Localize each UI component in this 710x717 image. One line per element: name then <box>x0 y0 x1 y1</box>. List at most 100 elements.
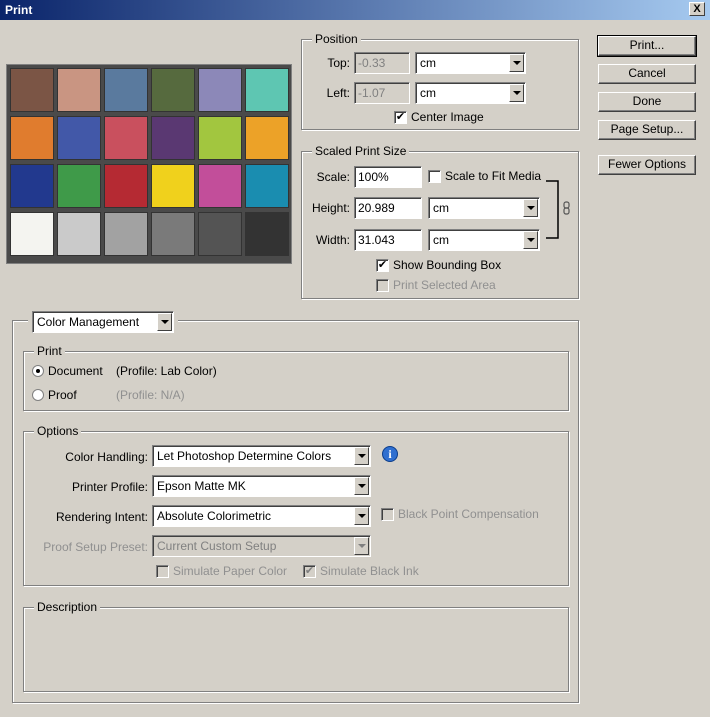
proof-setup-preset-select[interactable]: Current Custom Setup <box>152 535 371 557</box>
color-swatch <box>245 116 289 160</box>
chevron-down-icon[interactable] <box>523 199 538 217</box>
simulate-paper-color-checkbox[interactable] <box>156 565 169 578</box>
page-setup-button[interactable]: Page Setup... <box>598 120 696 140</box>
rendering-intent-label: Rendering Intent: <box>55 510 148 524</box>
color-swatch <box>10 116 54 160</box>
width-unit-value: cm <box>433 233 449 247</box>
width-input[interactable]: 31.043 <box>354 229 422 251</box>
height-unit-value: cm <box>433 201 449 215</box>
proof-setup-preset-value: Current Custom Setup <box>157 539 277 553</box>
print-selected-area-checkbox[interactable] <box>376 279 389 292</box>
done-button[interactable]: Done <box>598 92 696 112</box>
color-swatch <box>151 68 195 112</box>
color-swatch <box>104 164 148 208</box>
document-label: Document <box>48 364 103 378</box>
color-swatch <box>57 212 101 256</box>
show-bounding-box-label: Show Bounding Box <box>393 258 502 272</box>
print-selected-area-label: Print Selected Area <box>393 278 496 292</box>
width-unit-select[interactable]: cm <box>428 229 540 251</box>
close-button[interactable]: X <box>689 2 705 16</box>
color-swatch <box>57 164 101 208</box>
top-label: Top: <box>327 56 350 70</box>
chain-link-icon[interactable] <box>562 201 572 215</box>
chevron-down-icon[interactable] <box>354 507 369 525</box>
window-title: Print <box>5 3 33 17</box>
color-swatch <box>198 212 242 256</box>
black-point-compensation-label: Black Point Compensation <box>398 507 539 521</box>
color-swatch <box>198 116 242 160</box>
proof-profile: (Profile: N/A) <box>116 388 185 402</box>
left-label: Left: <box>326 86 350 100</box>
print-button[interactable]: Print... <box>597 35 697 57</box>
color-swatch <box>104 212 148 256</box>
printer-profile-label: Printer Profile: <box>71 480 148 494</box>
chevron-down-icon[interactable] <box>354 537 369 555</box>
width-label: Width: <box>315 233 350 247</box>
top-unit-value: cm <box>420 56 436 70</box>
printer-profile-select[interactable]: Epson Matte MK <box>152 475 371 497</box>
center-image-label: Center Image <box>411 110 484 124</box>
chevron-down-icon[interactable] <box>354 447 369 465</box>
scale-to-fit-checkbox[interactable] <box>428 170 441 183</box>
document-radio[interactable] <box>32 365 44 377</box>
scale-input[interactable]: 100% <box>354 166 422 188</box>
color-swatch <box>10 68 54 112</box>
proof-label: Proof <box>48 388 77 402</box>
print-preview-image <box>6 64 292 264</box>
center-image-checkbox[interactable]: ✔ <box>394 111 407 124</box>
info-icon[interactable]: i <box>382 446 398 462</box>
color-swatch <box>57 68 101 112</box>
left-unit-select[interactable]: cm <box>415 82 526 104</box>
color-swatch <box>151 164 195 208</box>
left-input[interactable]: -1.07 <box>354 82 410 104</box>
color-swatch <box>10 164 54 208</box>
color-handling-select[interactable]: Let Photoshop Determine Colors <box>152 445 371 467</box>
chevron-down-icon[interactable] <box>509 84 524 102</box>
rendering-intent-select[interactable]: Absolute Colorimetric <box>152 505 371 527</box>
options-legend: Options <box>34 424 82 438</box>
proof-setup-preset-label: Proof Setup Preset: <box>43 540 148 554</box>
color-swatch <box>104 116 148 160</box>
color-handling-value: Let Photoshop Determine Colors <box>157 449 332 463</box>
show-bounding-box-checkbox[interactable]: ✔ <box>376 259 389 272</box>
color-swatch <box>198 68 242 112</box>
color-swatch <box>245 164 289 208</box>
scaled-print-size-legend: Scaled Print Size <box>312 144 410 158</box>
title-bar: Print X <box>0 0 710 20</box>
chevron-down-icon[interactable] <box>157 313 172 331</box>
scale-to-fit-label: Scale to Fit Media <box>445 169 542 183</box>
color-swatch <box>151 116 195 160</box>
simulate-black-ink-label: Simulate Black Ink <box>320 564 419 578</box>
top-input[interactable]: -0.33 <box>354 52 410 74</box>
fewer-options-button[interactable]: Fewer Options <box>598 155 696 175</box>
position-legend: Position <box>312 32 361 46</box>
printer-profile-value: Epson Matte MK <box>157 479 246 493</box>
document-profile: (Profile: Lab Color) <box>116 364 217 378</box>
color-handling-label: Color Handling: <box>65 450 148 464</box>
description-legend: Description <box>34 600 101 614</box>
print-source-legend: Print <box>34 344 65 358</box>
rendering-intent-value: Absolute Colorimetric <box>157 509 272 523</box>
color-swatch <box>245 212 289 256</box>
top-unit-select[interactable]: cm <box>415 52 526 74</box>
chevron-down-icon[interactable] <box>523 231 538 249</box>
color-swatch <box>10 212 54 256</box>
simulate-paper-color-label: Simulate Paper Color <box>173 564 288 578</box>
color-swatch <box>198 164 242 208</box>
cancel-button[interactable]: Cancel <box>598 64 696 84</box>
scale-label: Scale: <box>316 170 350 184</box>
chevron-down-icon[interactable] <box>509 54 524 72</box>
description-group <box>23 607 569 692</box>
black-point-compensation-checkbox[interactable] <box>381 508 394 521</box>
height-unit-select[interactable]: cm <box>428 197 540 219</box>
height-label: Height: <box>311 201 350 215</box>
color-management-select[interactable]: Color Management <box>32 311 174 333</box>
color-management-value: Color Management <box>37 315 140 329</box>
color-swatch <box>57 116 101 160</box>
proof-radio[interactable] <box>32 389 44 401</box>
color-swatch <box>104 68 148 112</box>
color-swatch <box>151 212 195 256</box>
simulate-black-ink-checkbox[interactable]: ✔ <box>303 565 316 578</box>
height-input[interactable]: 20.989 <box>354 197 422 219</box>
chevron-down-icon[interactable] <box>354 477 369 495</box>
